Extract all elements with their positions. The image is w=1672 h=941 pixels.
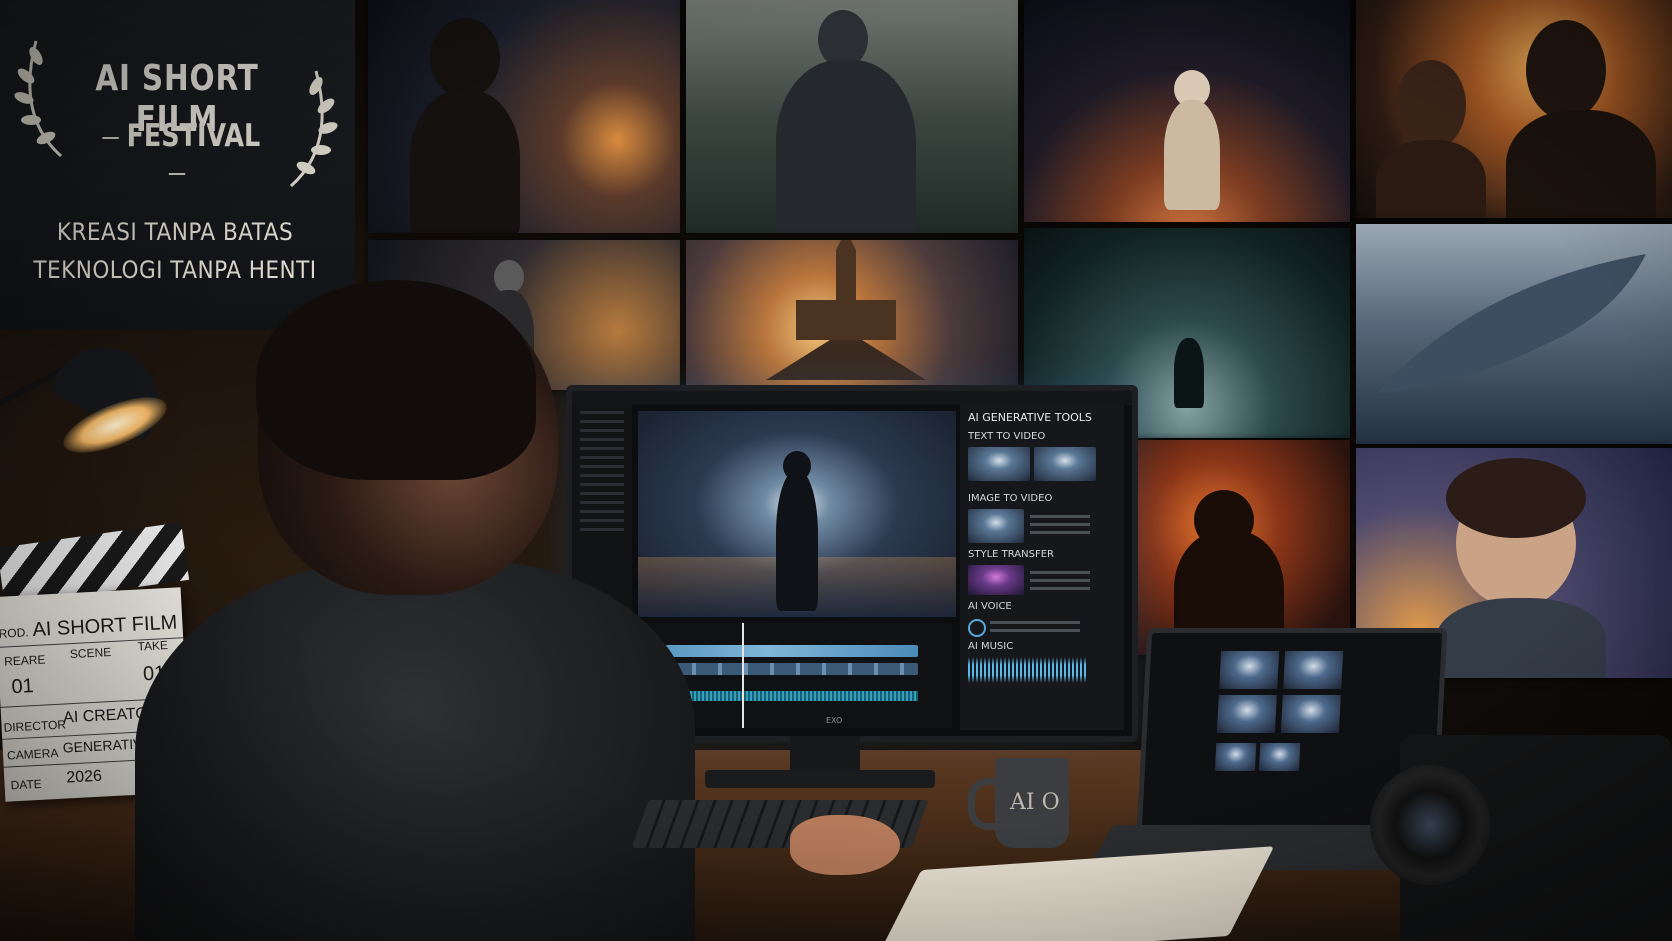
tool-ai-voice[interactable]: AI VOICE bbox=[968, 601, 1012, 612]
style-transfer-thumb[interactable] bbox=[968, 565, 1024, 595]
video-preview[interactable] bbox=[638, 411, 956, 617]
clap-scene-label: SCENE bbox=[69, 645, 112, 662]
clap-prod-value: AI SHORT FILM bbox=[31, 611, 178, 642]
image-to-video-thumb[interactable] bbox=[968, 509, 1024, 543]
tool-image-to-video[interactable]: IMAGE TO VIDEO bbox=[968, 493, 1052, 504]
text-to-video-thumb[interactable] bbox=[1034, 447, 1096, 481]
studio-scene: AI SHORT FILM FESTIVAL KREASI TANPA BATA… bbox=[0, 0, 1672, 941]
music-waveform[interactable] bbox=[968, 657, 1088, 683]
camera-lens-icon bbox=[1370, 765, 1490, 885]
clap-prod-label: ROD. bbox=[0, 625, 30, 641]
timeline-playhead[interactable] bbox=[742, 623, 744, 728]
laptop-thumb[interactable] bbox=[1280, 695, 1341, 733]
poster-astronaut bbox=[1024, 0, 1350, 222]
clap-date-label: DATE bbox=[10, 776, 43, 793]
ai-tools-title: AI GENERATIVE TOOLS bbox=[968, 411, 1092, 424]
laurel-right-icon bbox=[290, 70, 338, 188]
ai-tools-panel: AI GENERATIVE TOOLS TEXT TO VIDEO IMAGE … bbox=[960, 405, 1124, 730]
tool-style-transfer[interactable]: STYLE TRANSFER bbox=[968, 549, 1054, 560]
monitor-base bbox=[705, 770, 935, 788]
clap-camera-label: CAMERA bbox=[6, 745, 59, 763]
poster-floating-castle bbox=[686, 240, 1018, 390]
clap-take-label: TAKE bbox=[137, 638, 169, 654]
editor-topbar bbox=[572, 391, 1132, 405]
clap-director-label: DIRECTOR bbox=[3, 717, 67, 735]
laptop-thumb[interactable] bbox=[1283, 651, 1344, 689]
clap-date-value: 2026 bbox=[65, 767, 103, 787]
preview-boy bbox=[776, 471, 818, 611]
poster-couple bbox=[1356, 0, 1672, 218]
person-hair bbox=[256, 280, 536, 480]
monitor-brand: EXO bbox=[826, 716, 843, 725]
castle-icon bbox=[766, 240, 926, 380]
person-hoodie bbox=[135, 560, 695, 941]
festival-tagline-1: KREASI TANPA BATAS bbox=[56, 218, 294, 246]
poster-city-girl bbox=[368, 0, 680, 233]
laurel-left-icon bbox=[14, 40, 62, 158]
festival-tagline-2: TEKNOLOGI TANPA HENTI bbox=[33, 256, 317, 284]
text-to-video-thumb[interactable] bbox=[968, 447, 1030, 481]
poster-hooded-figure bbox=[1124, 440, 1350, 655]
laptop-thumb[interactable] bbox=[1258, 743, 1301, 771]
microphone-icon[interactable] bbox=[968, 619, 986, 637]
poster-whale bbox=[1356, 224, 1672, 444]
tool-text-to-video[interactable]: TEXT TO VIDEO bbox=[968, 431, 1045, 442]
person-hand bbox=[790, 815, 900, 875]
clap-reel-label: REARE bbox=[3, 652, 46, 669]
clap-reel-value: 01 bbox=[10, 675, 35, 699]
laptop-thumb[interactable] bbox=[1216, 695, 1277, 733]
festival-subtitle: FESTIVAL bbox=[83, 118, 272, 190]
festival-banner: AI SHORT FILM FESTIVAL KREASI TANPA BATA… bbox=[0, 0, 355, 330]
poster-robot bbox=[686, 0, 1018, 233]
mug-label: AI O bbox=[1010, 790, 1060, 815]
whale-icon bbox=[1376, 254, 1646, 394]
laptop-thumb[interactable] bbox=[1214, 743, 1257, 771]
tool-ai-music[interactable]: AI MUSIC bbox=[968, 641, 1013, 652]
laptop-thumb[interactable] bbox=[1219, 651, 1280, 689]
